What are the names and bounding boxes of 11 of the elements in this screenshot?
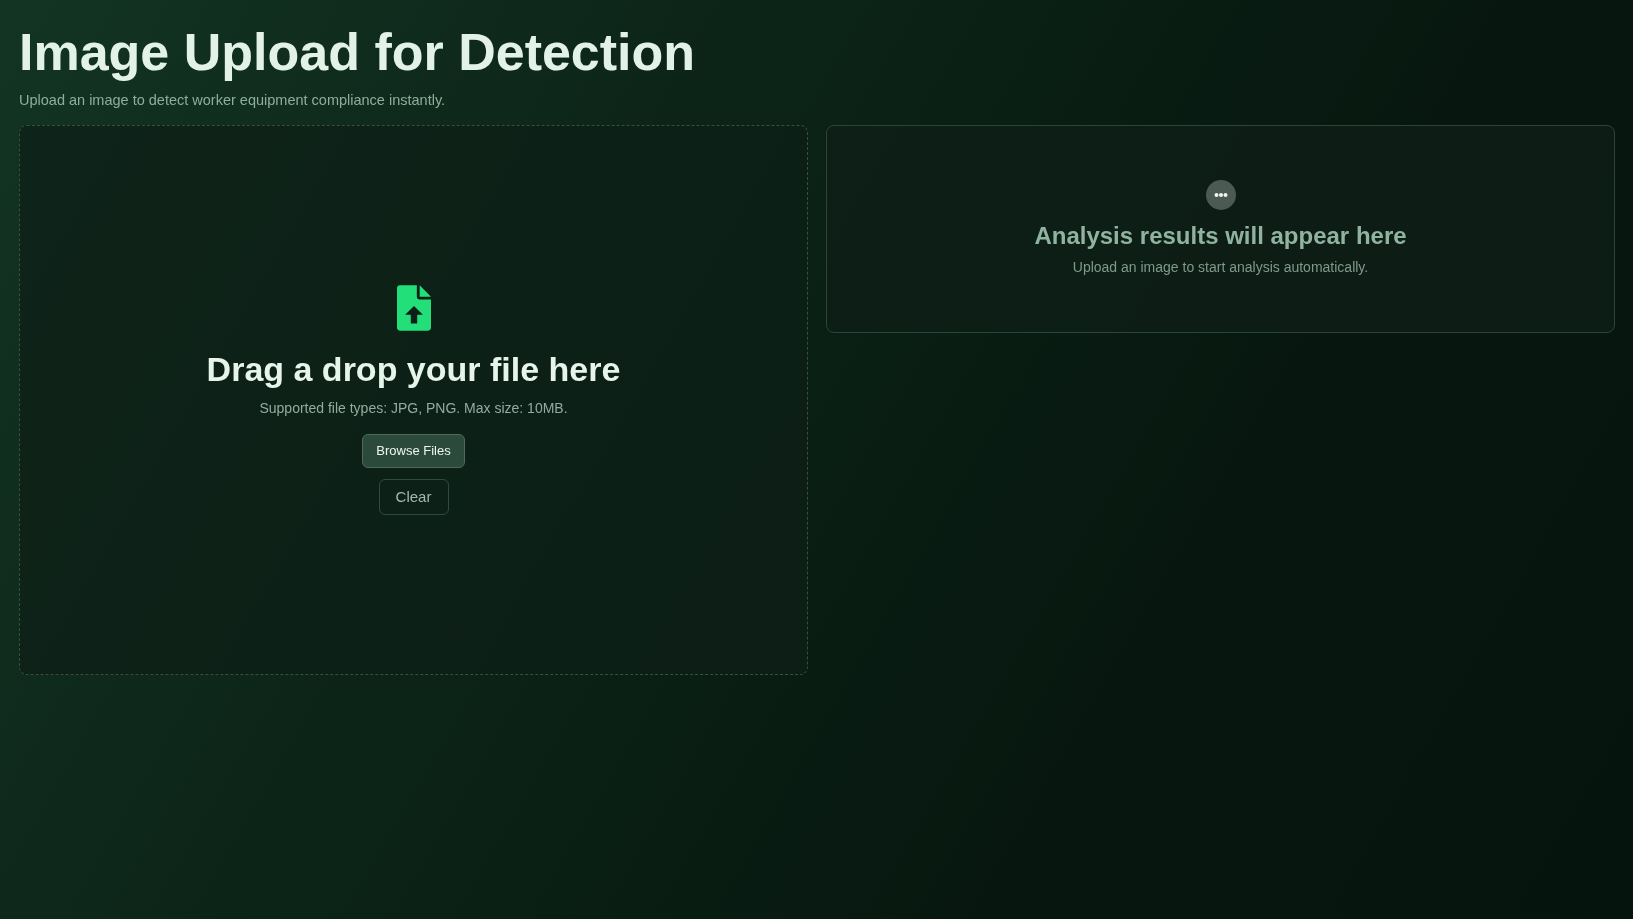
more-dots-icon <box>1205 180 1236 210</box>
page-title: Image Upload for Detection <box>19 22 697 83</box>
file-types-hint: Supported file types: JPG, PNG. Max size: 10MB. <box>259 399 568 418</box>
results-message: Upload an image to start analysis automatically. <box>1072 258 1369 277</box>
page-subtitle: Upload an image to detect worker equipment compliance instantly. <box>19 91 447 110</box>
file-upload-icon <box>396 285 431 331</box>
results-heading: Analysis results will appear here <box>1034 221 1407 250</box>
browse-files-button[interactable]: Browse Files <box>362 434 465 468</box>
drop-heading: Drag a drop your file here <box>206 349 621 390</box>
clear-button[interactable]: Clear <box>378 479 449 515</box>
drop-zone[interactable]: Drag a drop your file here Supported file types: JPG, PNG. Max size: 10MB. Browse Files Clear <box>19 125 808 675</box>
